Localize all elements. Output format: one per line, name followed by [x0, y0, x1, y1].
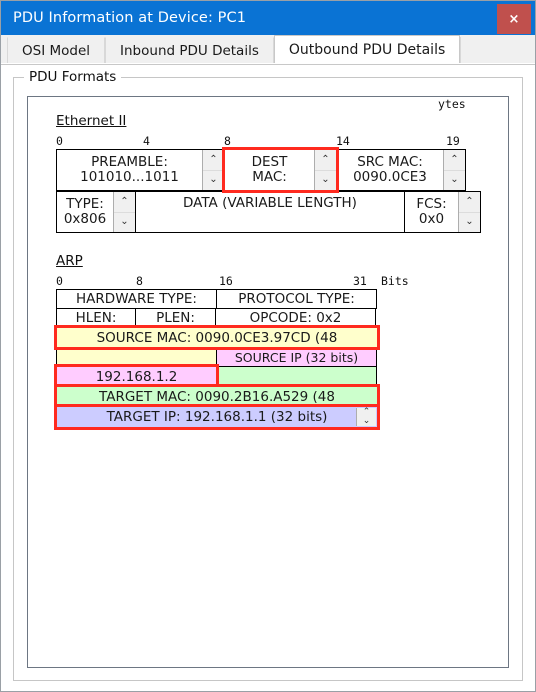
- window-titlebar: PDU Information at Device: PC1 ×: [1, 1, 535, 35]
- tab-content-panel: PDU Formats Ethernet II 0 4 8 14 19 PREA…: [1, 64, 535, 691]
- arp-tick-16: 16: [219, 274, 233, 288]
- arp-tick-8: 8: [136, 274, 143, 288]
- target-ip-spinner-down-icon[interactable]: ⌄: [357, 417, 376, 426]
- arp-unit-label: Bits: [381, 274, 409, 288]
- ethernet-field-fcs[interactable]: FCS: 0x0 ⌃ ⌄: [404, 191, 481, 233]
- window-title: PDU Information at Device: PC1: [13, 10, 247, 26]
- pdu-formats-groupbox: PDU Formats Ethernet II 0 4 8 14 19 PREA…: [13, 69, 523, 681]
- src-mac-spinner-down-icon[interactable]: ⌄: [444, 170, 465, 190]
- close-icon[interactable]: ×: [497, 4, 531, 34]
- arp-field-protocol-type[interactable]: PROTOCOL TYPE:: [216, 289, 377, 309]
- data-line-1: DATA (VARIABLE LENGTH): [183, 195, 357, 211]
- ethernet-field-data[interactable]: DATA (VARIABLE LENGTH): [135, 191, 405, 233]
- ethernet-heading: Ethernet II: [56, 113, 127, 129]
- arp-field-source-mac[interactable]: SOURCE MAC: 0090.0CE3.97CD (48: [54, 325, 380, 350]
- ethernet-tick-8: 8: [224, 134, 231, 148]
- fcs-spinner-down-icon[interactable]: ⌄: [459, 212, 480, 232]
- type-line-2: 0x806: [63, 211, 107, 227]
- dest-mac-spinner[interactable]: ⌃ ⌄: [314, 150, 336, 190]
- tab-inbound-pdu-details[interactable]: Inbound PDU Details: [105, 37, 274, 63]
- arp-field-hlen[interactable]: HLEN:: [56, 308, 136, 328]
- ethernet-tick-0: 0: [56, 134, 63, 148]
- ethernet-row-2: TYPE: 0x806 ⌃ ⌄ DATA (VARIABLE LENGTH) F…: [56, 191, 481, 233]
- arp-field-target-ip-label: TARGET IP: 192.168.1.1 (32 bits): [106, 409, 328, 425]
- ethernet-field-preamble[interactable]: PREAMBLE: 101010...1011 ⌃ ⌄: [56, 149, 225, 191]
- ethernet-tick-4: 4: [143, 134, 150, 148]
- arp-field-target-mac[interactable]: TARGET MAC: 0090.2B16.A529 (48: [54, 384, 380, 409]
- tab-filler: [460, 37, 535, 63]
- preamble-spinner-up-icon[interactable]: ⌃: [203, 150, 224, 171]
- table-row: SOURCE MAC: 0090.0CE3.97CD (48: [54, 325, 480, 350]
- arp-field-hardware-type[interactable]: HARDWARE TYPE:: [56, 289, 217, 309]
- ethernet-tick-19: 19: [446, 134, 460, 148]
- type-spinner[interactable]: ⌃ ⌄: [113, 192, 135, 232]
- src-mac-line-1: SRC MAC:: [357, 153, 423, 170]
- arp-table: HARDWARE TYPE: PROTOCOL TYPE: HLEN: PLEN…: [54, 289, 480, 430]
- preamble-line-1: PREAMBLE:: [91, 153, 168, 170]
- fcs-spinner[interactable]: ⌃ ⌄: [458, 192, 480, 232]
- table-row: HARDWARE TYPE: PROTOCOL TYPE:: [56, 289, 480, 309]
- ethernet-field-type-label: TYPE: 0x806: [57, 192, 113, 232]
- type-line-1: TYPE:: [66, 195, 104, 212]
- dest-mac-line-2: MAC:: [252, 169, 287, 185]
- target-ip-spinner[interactable]: ⌃ ⌄: [356, 408, 376, 426]
- arp-field-plen[interactable]: PLEN:: [135, 308, 216, 328]
- ethernet-ruler: 0 4 8 14 19: [56, 134, 460, 149]
- table-row: SOURCE IP (32 bits): [56, 347, 480, 367]
- fcs-line-2: 0x0: [418, 211, 445, 227]
- arp-field-opcode[interactable]: OPCODE: 0x2: [215, 308, 376, 328]
- fcs-spinner-up-icon[interactable]: ⌃: [459, 192, 480, 213]
- arp-field-source-ip-label: SOURCE IP (32 bits): [216, 347, 377, 367]
- arp-field-source-ip-continuation: [216, 366, 377, 387]
- type-spinner-down-icon[interactable]: ⌄: [114, 212, 135, 232]
- ethernet-unit-label: ytes: [438, 97, 466, 111]
- ethernet-field-dest-mac[interactable]: DEST MAC: ⌃ ⌄: [222, 147, 339, 193]
- arp-tick-0: 0: [56, 274, 63, 288]
- dest-mac-line-1: DEST: [251, 153, 288, 170]
- arp-ruler: 0 8 16 31 Bits: [56, 274, 409, 289]
- tab-osi-model[interactable]: OSI Model: [7, 37, 106, 63]
- table-row: 192.168.1.2: [54, 364, 480, 389]
- dest-mac-spinner-up-icon[interactable]: ⌃: [315, 150, 336, 171]
- ethernet-field-src-mac-label: SRC MAC: 0090.0CE3: [337, 150, 443, 190]
- src-mac-spinner[interactable]: ⌃ ⌄: [443, 150, 465, 190]
- preamble-spinner[interactable]: ⌃ ⌄: [202, 150, 224, 190]
- pdu-formats-label: PDU Formats: [24, 69, 122, 85]
- arp-field-target-ip[interactable]: TARGET IP: 192.168.1.1 (32 bits) ⌃ ⌄: [54, 404, 380, 430]
- ethernet-field-src-mac[interactable]: SRC MAC: 0090.0CE3 ⌃ ⌄: [336, 149, 466, 191]
- table-row: TARGET IP: 192.168.1.1 (32 bits) ⌃ ⌄: [54, 404, 480, 430]
- table-row: TARGET MAC: 0090.2B16.A529 (48: [54, 384, 480, 409]
- fcs-line-1: FCS:: [416, 195, 447, 212]
- ethernet-field-dest-mac-label: DEST MAC:: [225, 150, 314, 190]
- arp-field-source-mac-continuation: [56, 347, 217, 367]
- tab-bar: OSI Model Inbound PDU Details Outbound P…: [1, 35, 535, 64]
- ethernet-row-1: PREAMBLE: 101010...1011 ⌃ ⌄ DEST MAC: ⌃ …: [56, 97, 480, 193]
- table-row: HLEN: PLEN: OPCODE: 0x2: [56, 308, 480, 328]
- dest-mac-spinner-down-icon[interactable]: ⌄: [315, 170, 336, 190]
- arp-heading: ARP: [56, 253, 83, 269]
- ethernet-tick-14: 14: [336, 134, 350, 148]
- pdu-diagram: Ethernet II 0 4 8 14 19 PREAMBLE: 101010…: [54, 97, 481, 430]
- arp-tick-31: 31: [353, 274, 367, 288]
- ethernet-field-data-label: DATA (VARIABLE LENGTH): [136, 192, 404, 232]
- pdu-diagram-panel: Ethernet II 0 4 8 14 19 PREAMBLE: 101010…: [27, 96, 509, 668]
- tab-outbound-pdu-details[interactable]: Outbound PDU Details: [273, 35, 461, 63]
- src-mac-spinner-up-icon[interactable]: ⌃: [444, 150, 465, 171]
- preamble-line-2: 101010...1011: [80, 169, 179, 185]
- ethernet-field-fcs-label: FCS: 0x0: [405, 192, 458, 232]
- type-spinner-up-icon[interactable]: ⌃: [114, 192, 135, 213]
- ethernet-field-type[interactable]: TYPE: 0x806 ⌃ ⌄: [56, 191, 136, 233]
- preamble-spinner-down-icon[interactable]: ⌄: [203, 170, 224, 190]
- src-mac-line-2: 0090.0CE3: [353, 169, 427, 185]
- arp-field-source-ip-value[interactable]: 192.168.1.2: [54, 364, 219, 389]
- pdu-information-window: PDU Information at Device: PC1 × OSI Mod…: [0, 0, 536, 692]
- ethernet-field-preamble-label: PREAMBLE: 101010...1011: [57, 150, 202, 190]
